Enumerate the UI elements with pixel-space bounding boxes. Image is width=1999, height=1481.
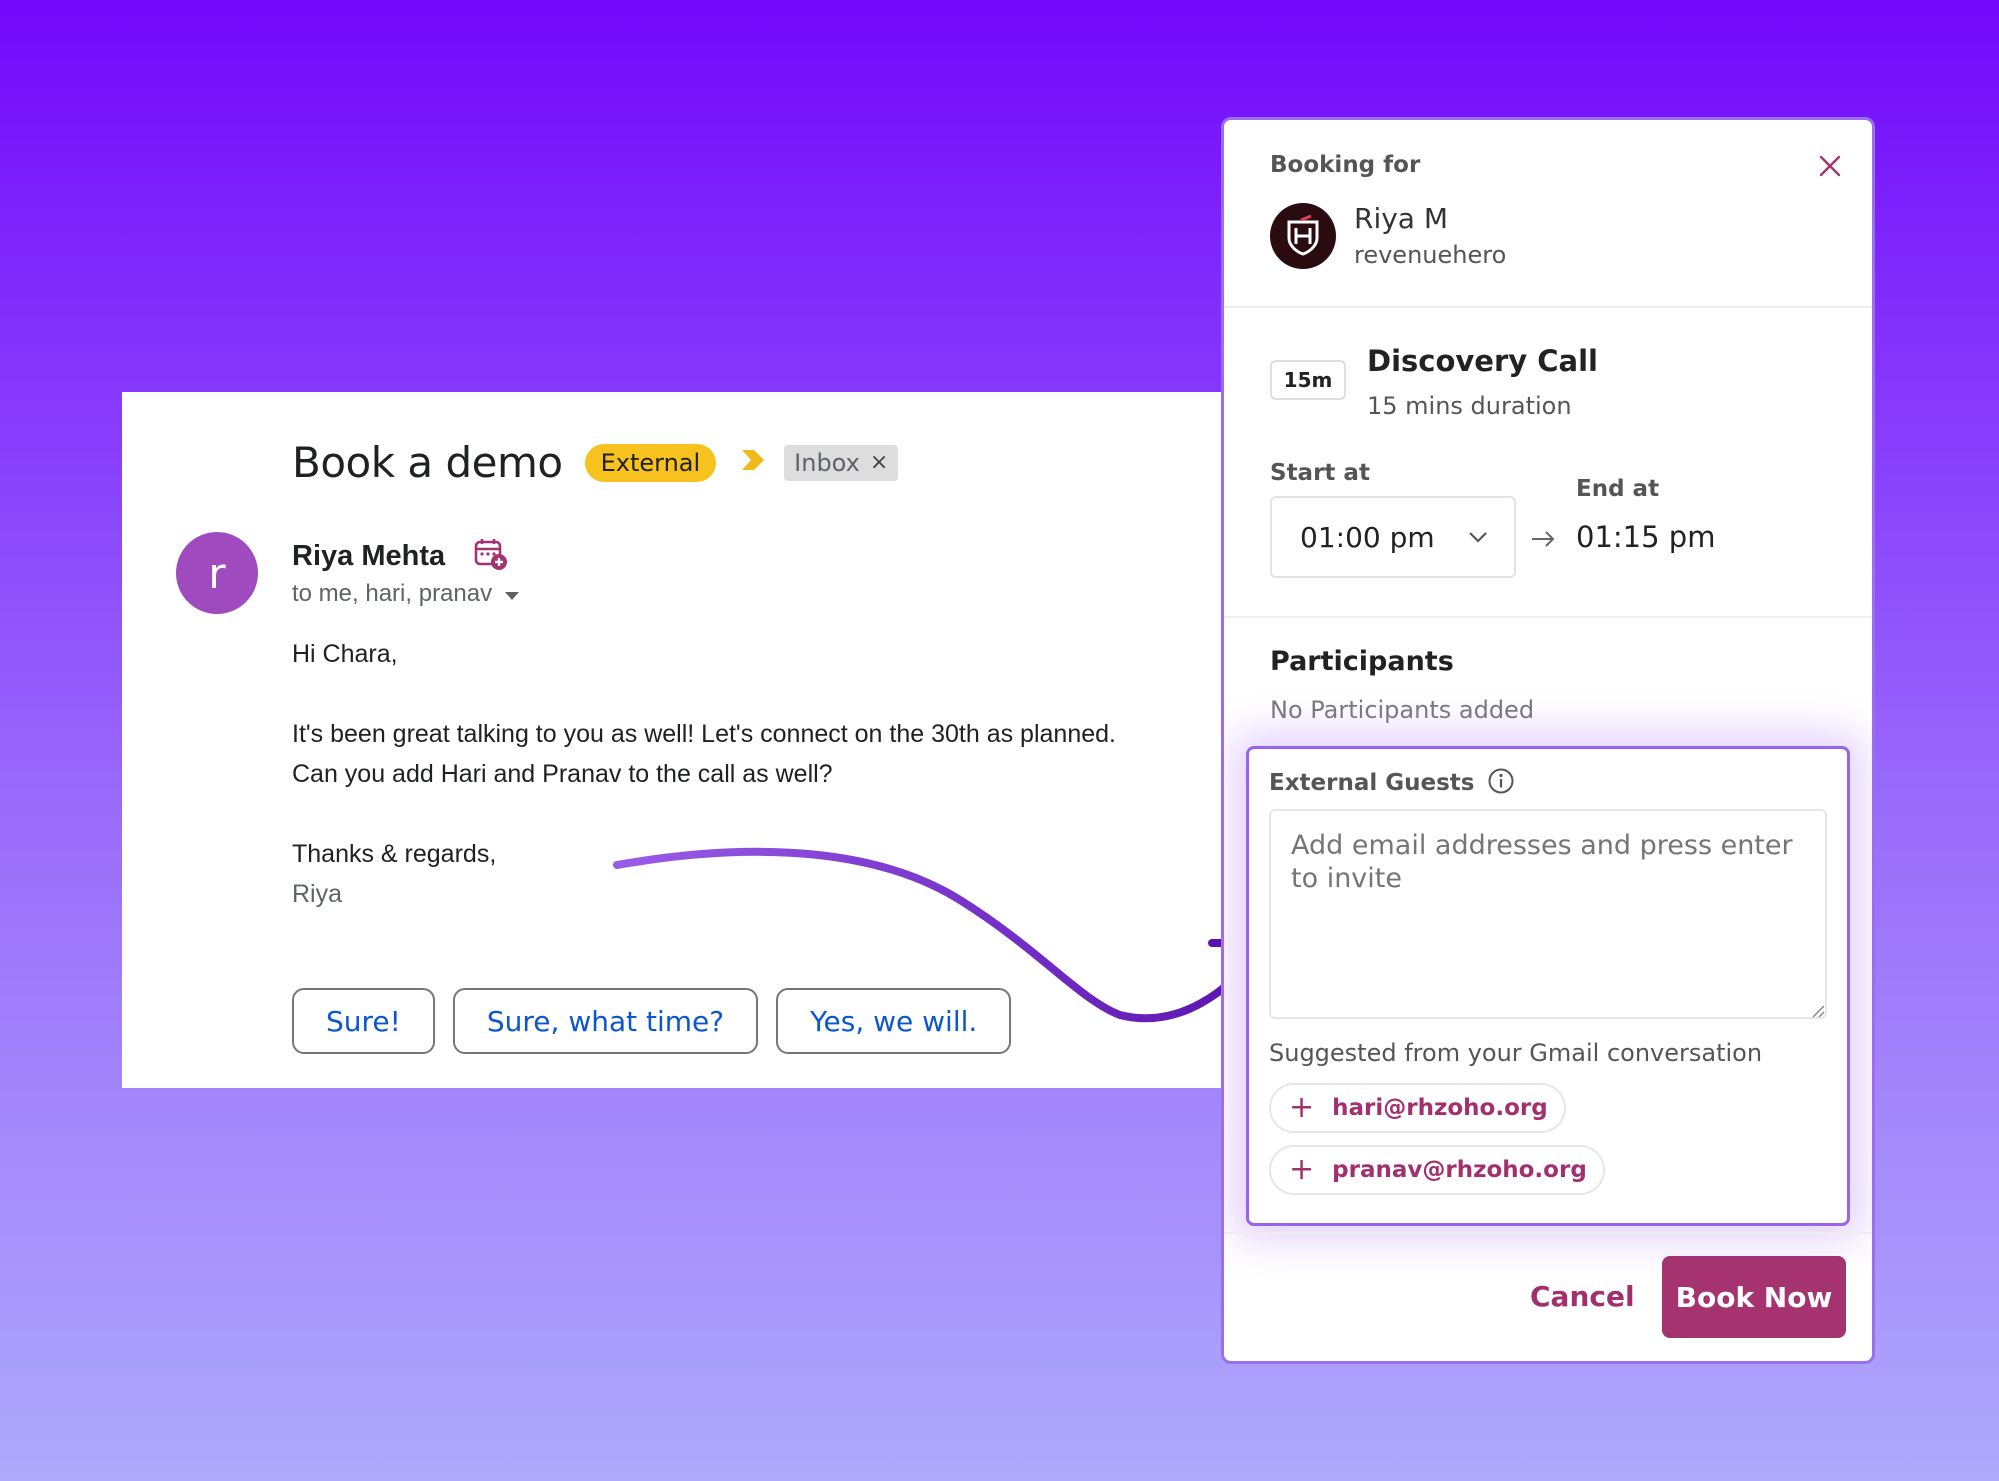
suggestion-email: hari@rhzoho.org bbox=[1332, 1095, 1548, 1121]
external-guests-title: External Guests bbox=[1269, 770, 1475, 796]
start-time-value: 01:00 pm bbox=[1300, 520, 1435, 554]
chevron-down-icon bbox=[1468, 528, 1488, 547]
caret-down-icon[interactable] bbox=[504, 580, 520, 608]
resize-grip-icon[interactable] bbox=[1811, 1003, 1825, 1022]
suggestion-chip-hari[interactable]: + hari@rhzoho.org bbox=[1269, 1083, 1566, 1133]
smart-reply-sure[interactable]: Sure! bbox=[292, 988, 435, 1054]
host: Riya M revenuehero bbox=[1270, 202, 1506, 269]
chevron-label-icon bbox=[740, 448, 766, 477]
suggestion-chip-pranav[interactable]: + pranav@rhzoho.org bbox=[1269, 1145, 1605, 1195]
email-subject: Book a demo bbox=[292, 438, 563, 487]
duration-badge: 15m bbox=[1270, 360, 1346, 400]
divider bbox=[1224, 306, 1872, 308]
guest-email-input[interactable] bbox=[1269, 809, 1827, 1019]
arrow-right-icon bbox=[1530, 530, 1556, 552]
host-org: revenuehero bbox=[1354, 241, 1507, 269]
email-line-1: It's been great talking to you as well! … bbox=[292, 720, 1116, 748]
meeting-title: Discovery Call bbox=[1367, 344, 1598, 378]
close-icon[interactable] bbox=[1818, 154, 1842, 182]
meeting-duration: 15 mins duration bbox=[1367, 392, 1572, 420]
host-logo bbox=[1270, 202, 1336, 269]
external-guests-section: External Guests Suggested from your Gmai… bbox=[1246, 746, 1850, 1226]
email-signature: Riya bbox=[292, 880, 343, 908]
participants-title: Participants bbox=[1270, 646, 1454, 677]
remove-label-icon[interactable]: × bbox=[870, 450, 888, 475]
suggestions-label: Suggested from your Gmail conversation bbox=[1269, 1039, 1763, 1067]
start-time-select[interactable]: 01:00 pm bbox=[1270, 496, 1516, 578]
end-at-label: End at bbox=[1576, 476, 1660, 502]
recipients-text: to me, hari, pranav bbox=[292, 580, 493, 607]
recipients[interactable]: to me, hari, pranav bbox=[292, 580, 520, 608]
sender-row: Riya Mehta bbox=[292, 536, 509, 577]
sender-name[interactable]: Riya Mehta bbox=[292, 540, 445, 573]
cancel-button[interactable]: Cancel bbox=[1510, 1256, 1655, 1336]
booking-panel: Booking for Riya M revenuehero 15m Disco… bbox=[1221, 117, 1875, 1364]
suggestion-email: pranav@rhzoho.org bbox=[1332, 1157, 1587, 1183]
participants-empty: No Participants added bbox=[1270, 696, 1535, 724]
divider bbox=[1224, 1232, 1872, 1234]
book-now-button[interactable]: Book Now bbox=[1662, 1256, 1846, 1338]
plus-icon: + bbox=[1289, 1090, 1315, 1125]
smart-reply-yes[interactable]: Yes, we will. bbox=[776, 988, 1012, 1054]
external-label[interactable]: External bbox=[584, 443, 717, 482]
inbox-label-text: Inbox bbox=[794, 448, 860, 477]
calendar-add-icon[interactable] bbox=[473, 536, 509, 577]
email-body: Hi Chara, It's been great talking to you… bbox=[292, 634, 1116, 914]
email-greeting: Hi Chara, bbox=[292, 640, 398, 668]
start-at-label: Start at bbox=[1270, 460, 1370, 486]
info-icon[interactable] bbox=[1487, 767, 1515, 799]
plus-icon: + bbox=[1289, 1152, 1315, 1187]
email-card: Book a demo External Inbox × r Riya Meht… bbox=[122, 392, 1232, 1088]
subject-row: Book a demo External Inbox × bbox=[292, 438, 899, 487]
external-guests-header: External Guests bbox=[1269, 767, 1515, 799]
smart-reply-what-time[interactable]: Sure, what time? bbox=[452, 988, 759, 1054]
email-signoff: Thanks & regards, bbox=[292, 840, 497, 868]
sender-avatar[interactable]: r bbox=[176, 532, 258, 614]
host-text: Riya M revenuehero bbox=[1354, 202, 1506, 269]
booking-for-label: Booking for bbox=[1270, 152, 1421, 178]
email-line-2: Can you add Hari and Pranav to the call … bbox=[292, 760, 833, 788]
divider bbox=[1224, 616, 1872, 618]
inbox-label[interactable]: Inbox × bbox=[784, 444, 899, 481]
smart-replies: Sure! Sure, what time? Yes, we will. bbox=[292, 988, 1012, 1054]
end-time-value: 01:15 pm bbox=[1576, 520, 1716, 554]
host-name: Riya M bbox=[1354, 202, 1449, 235]
